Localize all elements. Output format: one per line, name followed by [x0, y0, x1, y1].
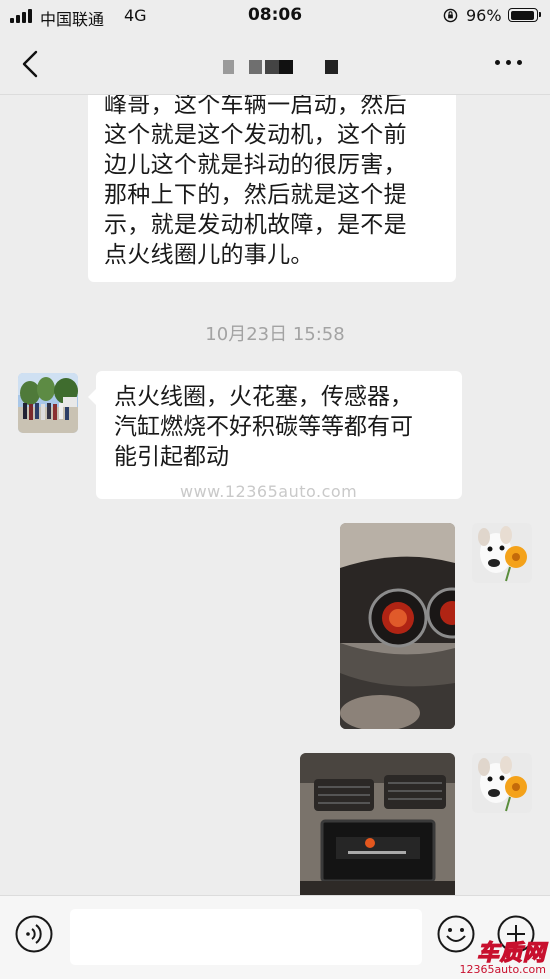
- avatar[interactable]: [18, 373, 78, 433]
- watermark: www.12365auto.com: [180, 482, 358, 501]
- message-timestamp: 10月23日 15:58: [205, 324, 345, 345]
- message-bubble[interactable]: 峰哥，这个车辆一启动，然后 这个就是这个发动机，这个前 边儿这个就是抖动的很厉害…: [88, 95, 456, 282]
- message-line: 汽缸燃烧不好积碳等等都有可: [114, 414, 413, 440]
- battery-percent: 96%: [466, 6, 502, 25]
- battery-icon: [508, 8, 541, 22]
- message-line: 示，就是发动机故障，是不是: [104, 212, 407, 238]
- chat-header: [0, 32, 550, 95]
- avatar[interactable]: [472, 753, 532, 813]
- message-line: 峰哥，这个车辆一启动，然后: [104, 95, 407, 118]
- message-line: 点火线圈儿的事儿。: [104, 242, 314, 268]
- message-input[interactable]: [70, 909, 422, 965]
- message-bubble[interactable]: 点火线圈，火花塞，传感器， 汽缸燃烧不好积碳等等都有可 能引起都动: [88, 371, 462, 499]
- message-line: 点火线圈，火花塞，传感器，: [114, 384, 413, 410]
- more-dots-icon[interactable]: [492, 56, 524, 72]
- voice-icon[interactable]: [14, 914, 54, 954]
- chat-area[interactable]: 峰哥，这个车辆一启动，然后 这个就是这个发动机，这个前 边儿这个就是抖动的很厉害…: [0, 95, 550, 895]
- dashboard-photo[interactable]: [340, 523, 455, 729]
- message-line: 边儿这个就是抖动的很厉害，: [104, 152, 407, 178]
- logo-url: 12365auto.com: [459, 963, 546, 976]
- message-line: 能引起都动: [114, 444, 229, 470]
- console-photo[interactable]: [300, 753, 455, 895]
- chevron-left-icon[interactable]: [14, 46, 50, 82]
- site-logo: 车质网 12365auto.com: [446, 935, 550, 978]
- message-line: 这个就是这个发动机，这个前: [104, 122, 407, 148]
- avatar[interactable]: [472, 523, 532, 583]
- status-bar: 中国联通 4G 08:06 96%: [0, 0, 550, 32]
- message-line: 那种上下的，然后就是这个提: [104, 182, 407, 208]
- orientation-lock-icon: [443, 8, 458, 23]
